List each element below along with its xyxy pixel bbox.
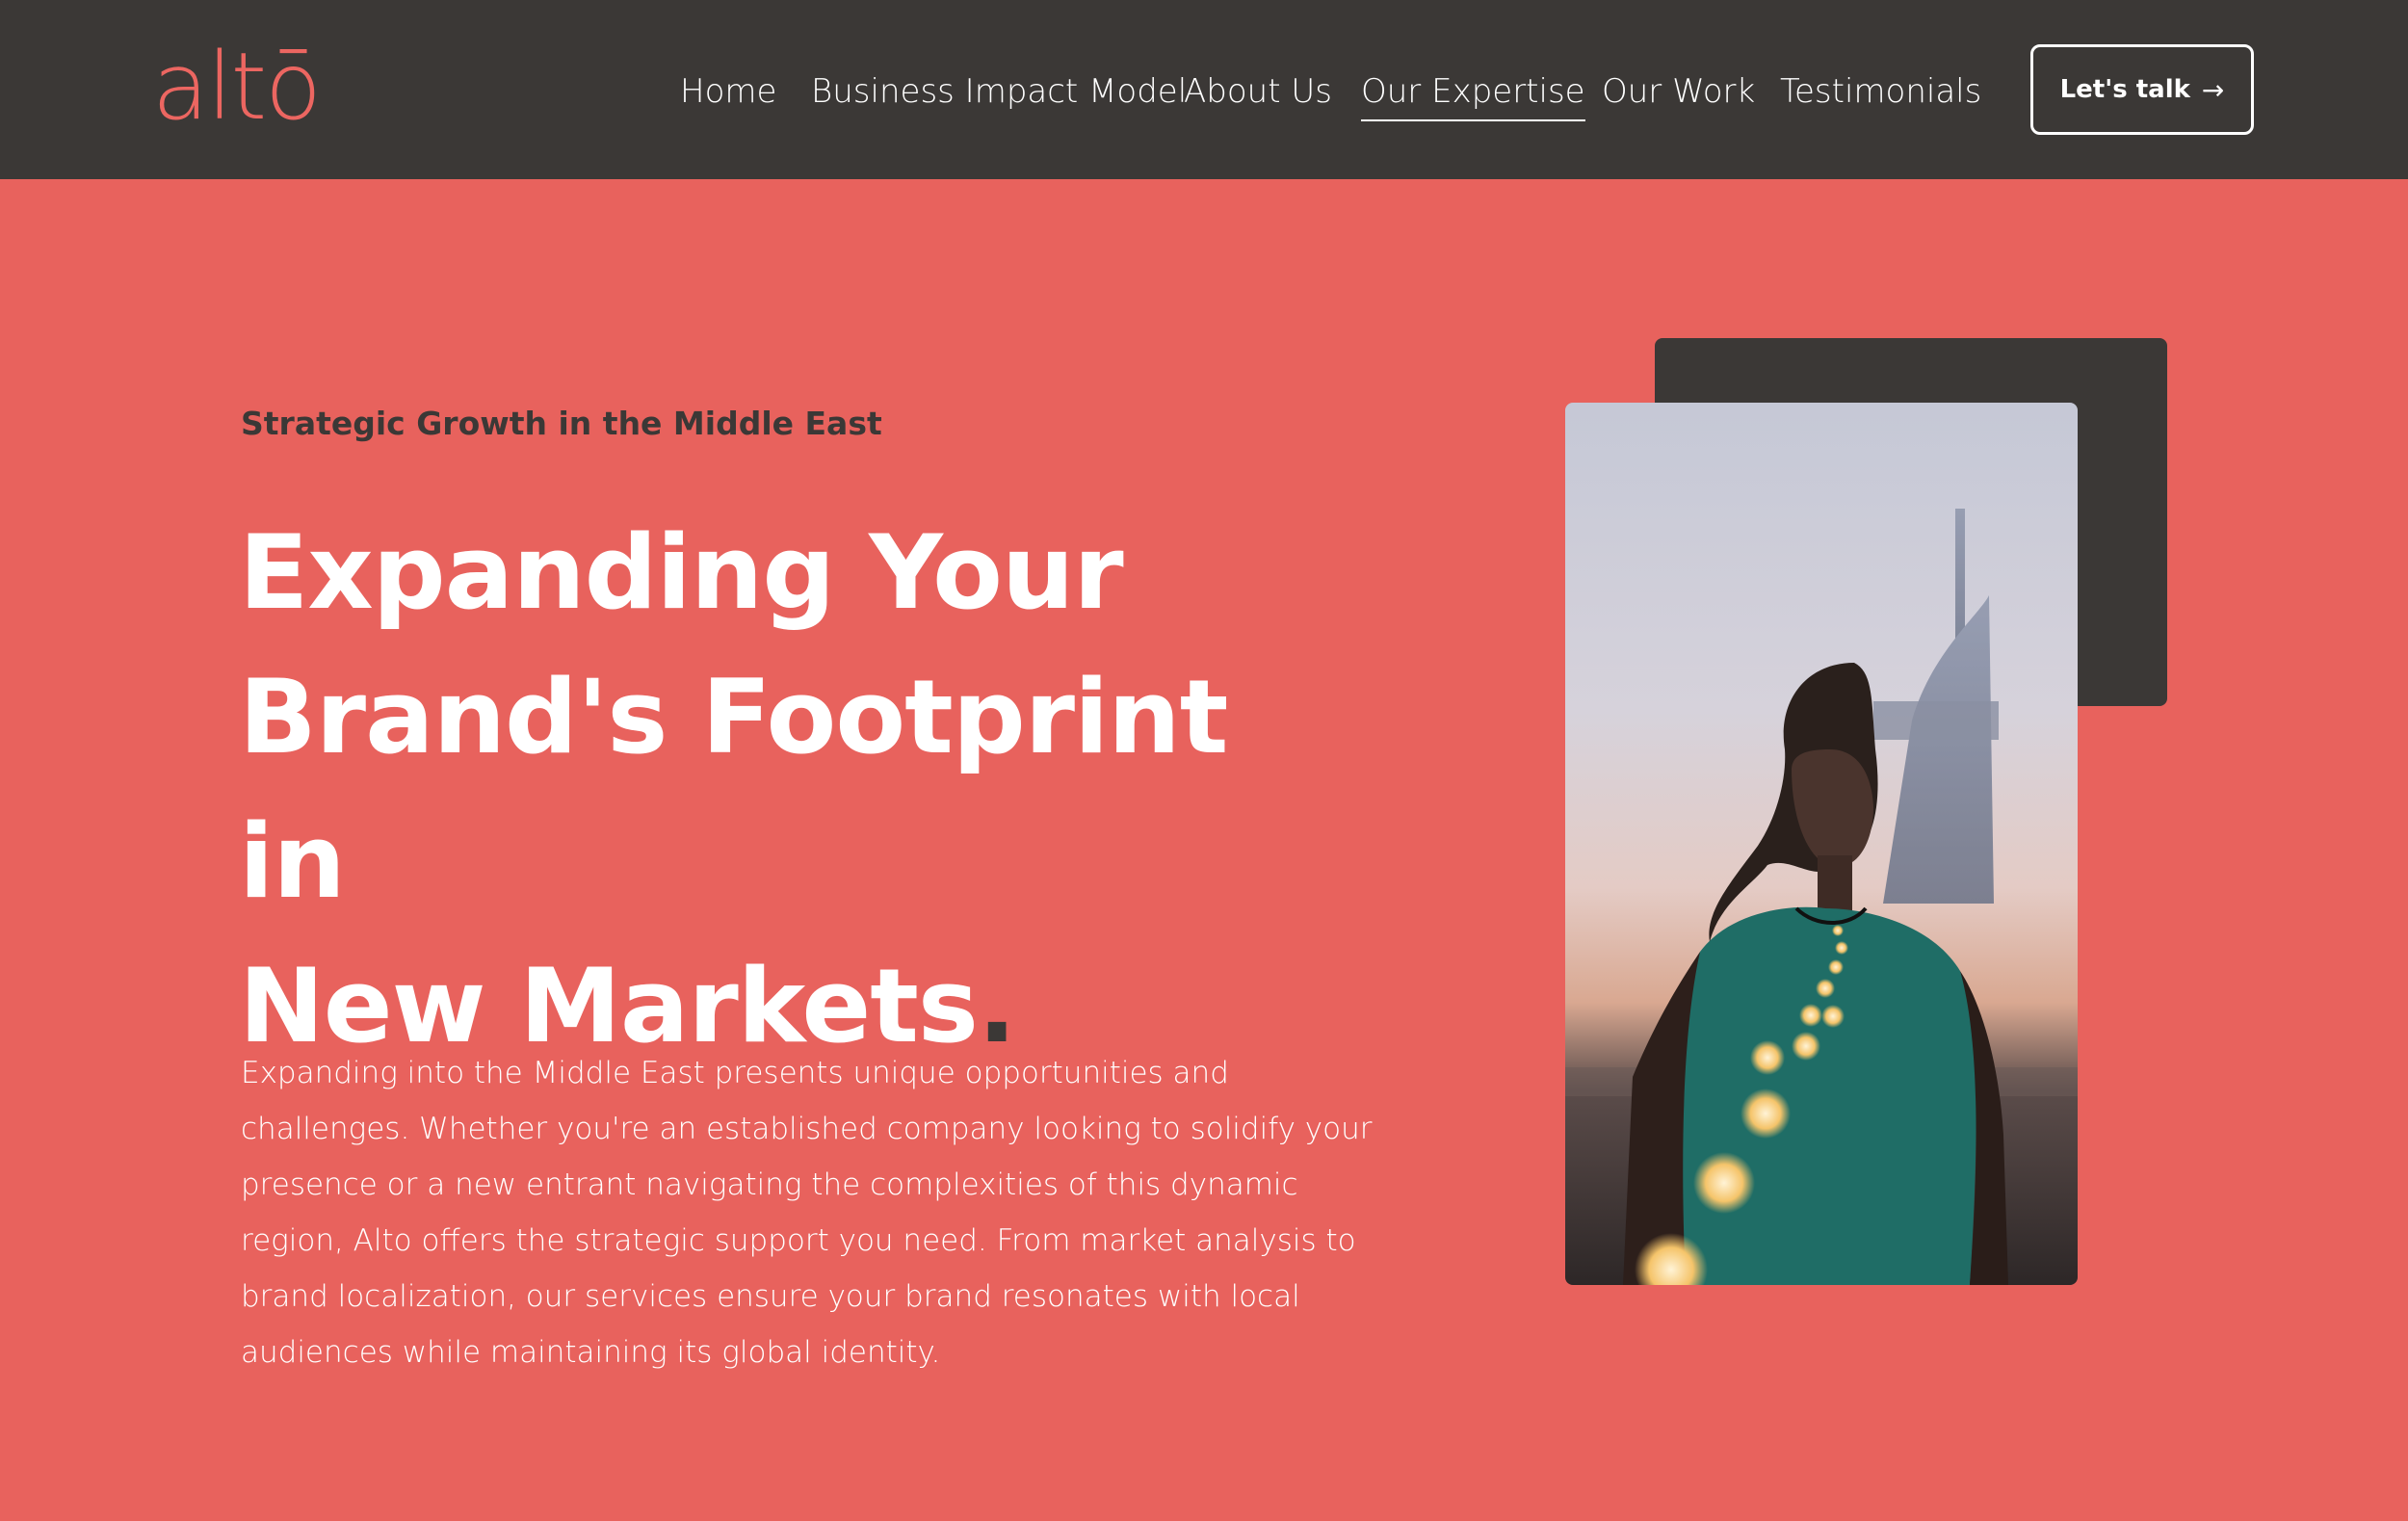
nav-our-work[interactable]: Our Work <box>1602 67 1755 116</box>
hero-eyebrow: Strategic Growth in the Middle East <box>241 405 882 442</box>
hero-headline: Expanding Your Brand's Footprint in New … <box>239 501 1260 1079</box>
nav-our-expertise[interactable]: Our Expertise <box>1361 67 1585 121</box>
nav-testimonials[interactable]: Testimonials <box>1780 67 1981 116</box>
lets-talk-button[interactable]: Let's talk → <box>2030 44 2254 135</box>
headline-line-2: Brand's Footprint in <box>239 658 1228 921</box>
arrow-right-icon: → <box>2201 73 2225 106</box>
photo-illustration <box>1565 509 2078 1285</box>
logo[interactable]: altō <box>152 40 322 133</box>
nav-business-impact-model[interactable]: Business Impact Model <box>811 67 1187 116</box>
hero-photo <box>1565 403 2078 1285</box>
nav-about-us[interactable]: About Us <box>1184 67 1332 116</box>
headline-line-1: Expanding Your <box>239 513 1124 632</box>
tower-silhouette <box>1873 509 1999 904</box>
hero-body-text: Expanding into the Middle East presents … <box>241 1056 1373 1370</box>
site-header: altō Home Business Impact Model About Us… <box>0 0 2408 179</box>
lets-talk-label: Let's talk <box>2059 75 2190 104</box>
nav-home[interactable]: Home <box>680 67 776 116</box>
